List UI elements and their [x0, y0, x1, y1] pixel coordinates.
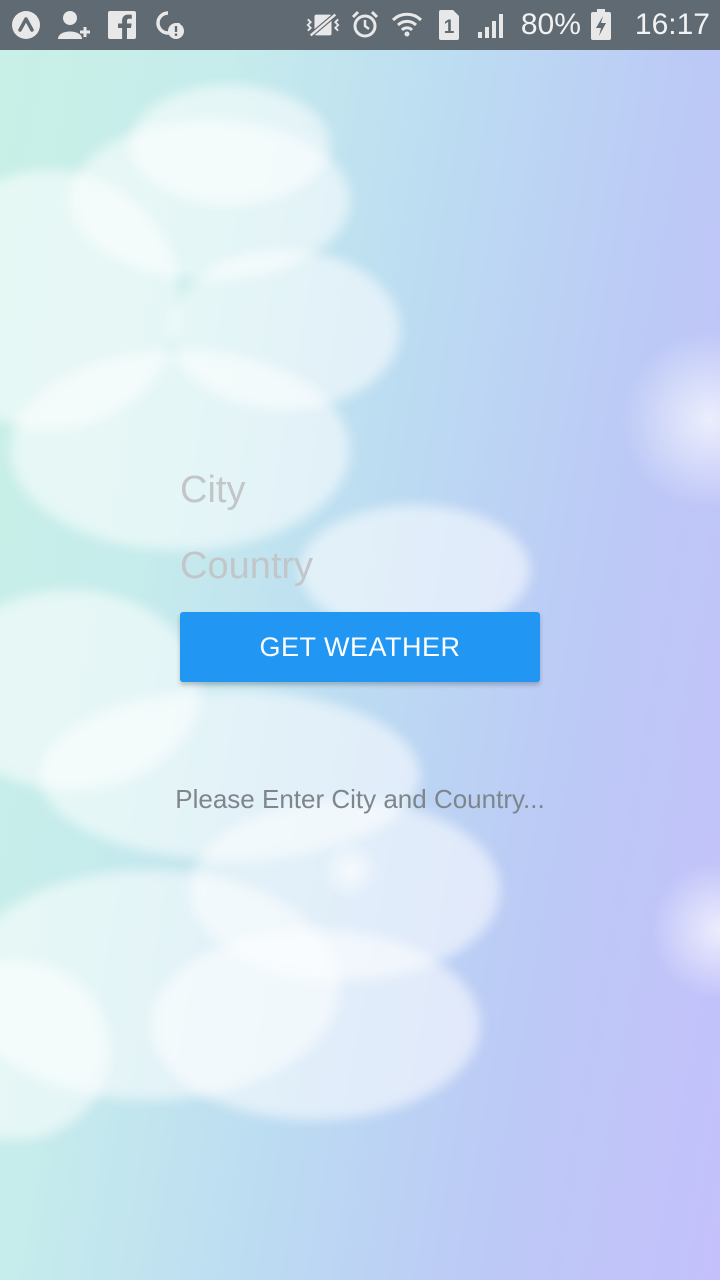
sim-icon: 1 [431, 7, 467, 43]
app-screen: 1 80% 16:17 City Country GET WEATHER Ple… [0, 0, 720, 1280]
status-message: Please Enter City and Country... [175, 784, 545, 814]
facebook-icon [104, 7, 140, 43]
sim-number: 1 [444, 17, 455, 38]
city-input[interactable] [180, 462, 540, 518]
system-icons: 1 80% 16:17 [305, 0, 720, 50]
get-weather-button[interactable]: GET WEATHER [180, 612, 540, 682]
alarm-icon [347, 7, 383, 43]
a-icon [8, 7, 44, 43]
sync-alert-icon [152, 7, 188, 43]
add-contact-icon [56, 7, 92, 43]
battery-charging-icon [583, 7, 619, 43]
vibrate-icon [305, 7, 341, 43]
signal-icon [473, 7, 509, 43]
country-input[interactable] [180, 538, 540, 594]
status-bar: 1 80% 16:17 [0, 0, 720, 50]
wifi-icon [389, 7, 425, 43]
notification-icons [0, 0, 200, 50]
battery-percent: 80% [520, 8, 581, 41]
clock: 16:17 [634, 8, 710, 41]
